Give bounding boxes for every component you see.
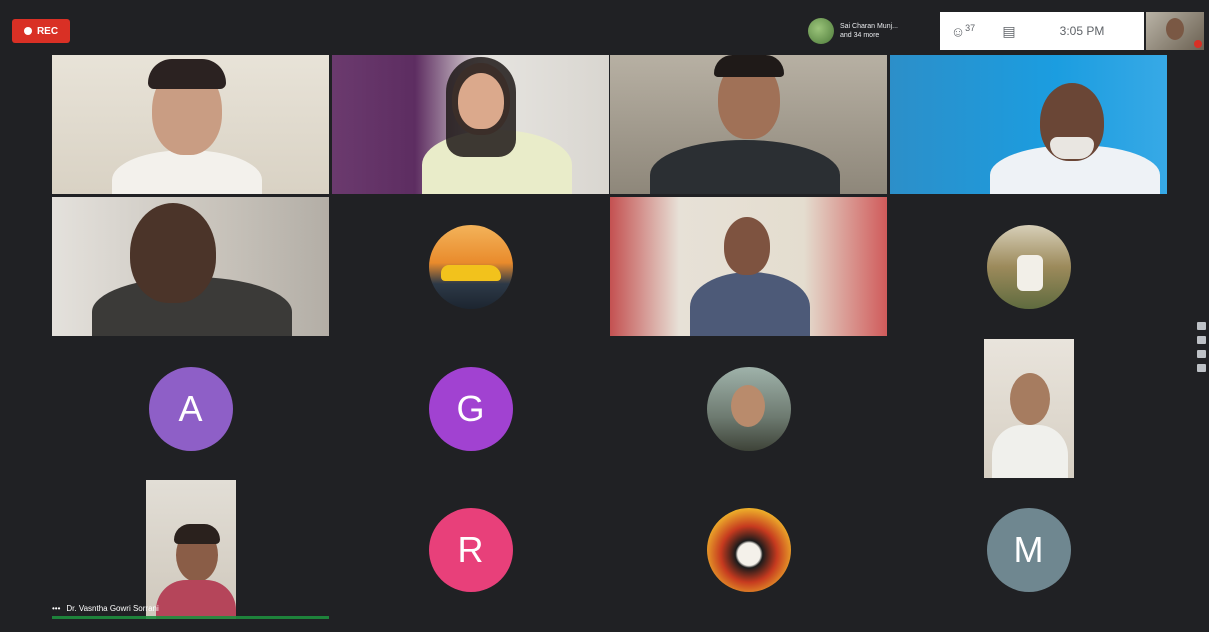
participant-tile-avatar-photo-1[interactable] <box>890 197 1167 336</box>
participant-avatar-photo <box>706 507 791 592</box>
chat-icon: ▤ <box>1002 22 1016 39</box>
participants-count: 37 <box>965 22 976 33</box>
recording-label: REC <box>36 25 59 37</box>
self-view-thumbnail[interactable] <box>1146 12 1204 50</box>
presenter-chip[interactable]: Sai Charan Munj... and 34 more <box>808 12 938 50</box>
top-right-panel: ☺37 ▤ 3:05 PM <box>940 12 1144 50</box>
participant-tile-video-4[interactable] <box>890 55 1167 194</box>
participant-tile-portrait-1[interactable] <box>890 339 1167 478</box>
participant-tile-video-5[interactable] <box>52 197 329 336</box>
participant-tile-speaking[interactable]: ••• Dr. Vasntha Gowri Sorrani <box>52 480 329 619</box>
speaker-name: Dr. Vasntha Gowri Sorrani <box>66 604 159 613</box>
chat-button[interactable]: ▤ <box>986 23 1032 40</box>
participant-avatar-photo <box>428 224 513 309</box>
presenter-text: Sai Charan Munj... and 34 more <box>840 22 898 40</box>
participant-tile-video-6[interactable] <box>610 197 887 336</box>
participant-avatar-m: M <box>986 507 1071 592</box>
side-controls <box>1194 322 1208 372</box>
participant-tile-r[interactable]: R <box>332 480 609 619</box>
audio-wave-icon: ••• <box>52 604 61 613</box>
screen-icon[interactable] <box>1196 350 1206 358</box>
clock-time: 3:05 PM <box>1059 24 1105 38</box>
participant-portrait-video <box>145 480 236 619</box>
notification-badge <box>1194 40 1202 48</box>
recording-dot-icon <box>23 27 32 35</box>
meeting-screen: REC Sai Charan Munj... and 34 more ☺37 ▤… <box>0 0 1209 632</box>
participant-avatar-r: R <box>428 507 513 592</box>
participant-avatar-a: A <box>148 366 233 451</box>
participant-tile-avatar-photo-3[interactable] <box>610 480 887 619</box>
participant-grid: A G ••• Dr. Vasntha Gowri Sorrani R M <box>52 55 1168 620</box>
settings-icon[interactable] <box>1196 364 1206 372</box>
participant-portrait-video <box>983 339 1074 478</box>
presenter-name: Sai Charan Munj... <box>840 23 898 30</box>
self-view-person <box>1166 18 1184 40</box>
participant-avatar-photo <box>986 224 1071 309</box>
people-icon: ☺ <box>950 23 966 40</box>
participant-tile-g[interactable]: G <box>332 339 609 478</box>
speaker-name-label: ••• Dr. Vasntha Gowri Sorrani <box>52 604 159 613</box>
presenter-avatar <box>808 18 834 44</box>
participant-avatar-photo <box>706 366 791 451</box>
participant-tile-video-3[interactable] <box>610 55 887 194</box>
participant-tile-a[interactable]: A <box>52 339 329 478</box>
recording-badge: REC <box>12 19 70 43</box>
participant-tile-m[interactable]: M <box>890 480 1167 619</box>
participant-tile-avatar-photo-2[interactable] <box>610 339 887 478</box>
presenter-more: and 34 more <box>840 32 880 39</box>
participant-tile-video-1[interactable] <box>52 55 329 194</box>
participants-button[interactable]: ☺37 <box>940 23 986 40</box>
participant-avatar-g: G <box>428 366 513 451</box>
participant-tile-avatar-car[interactable] <box>332 197 609 336</box>
camera-icon[interactable] <box>1196 322 1206 330</box>
speaking-indicator <box>52 616 329 619</box>
video-icon[interactable] <box>1196 336 1206 344</box>
participant-tile-video-2[interactable] <box>332 55 609 194</box>
